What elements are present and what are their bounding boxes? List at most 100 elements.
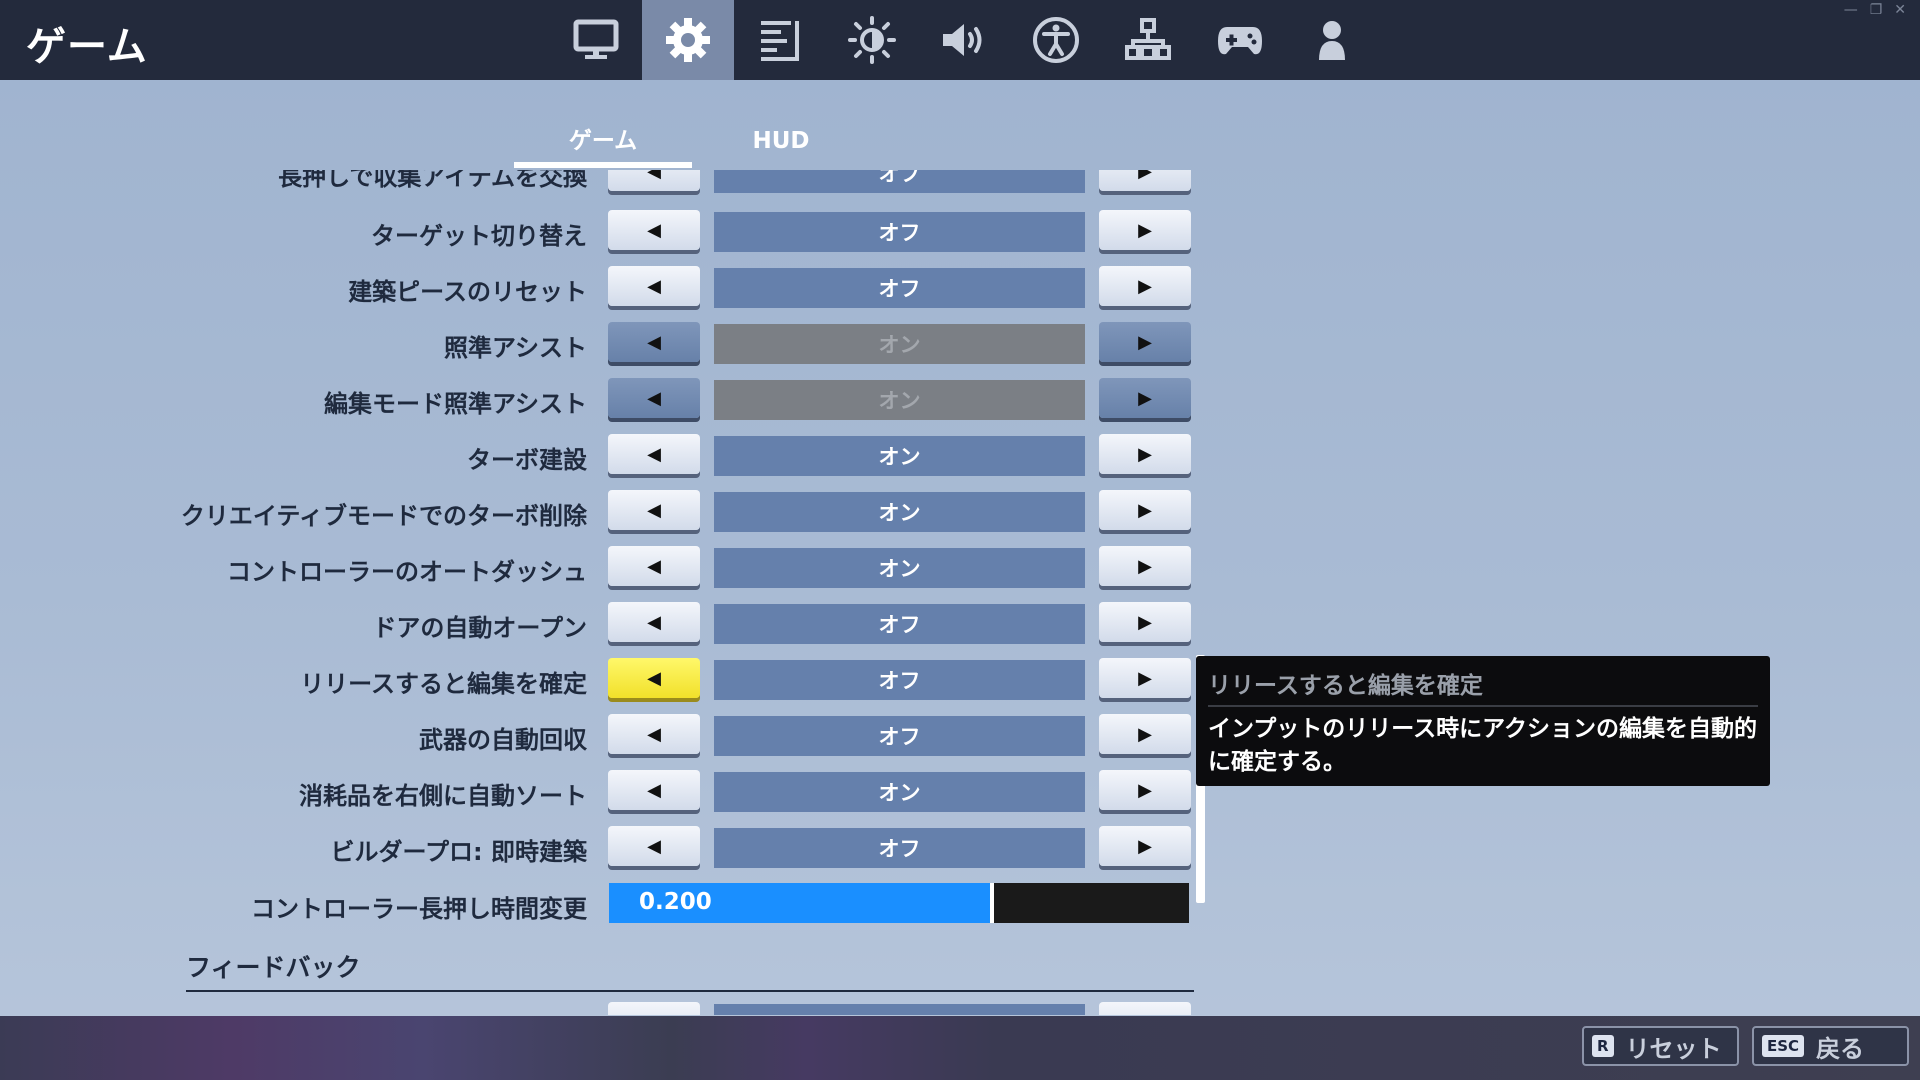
setting-value: オフ — [714, 170, 1085, 193]
nav-accessibility[interactable] — [1010, 0, 1102, 80]
next-option-button[interactable]: ▶ — [1099, 602, 1191, 642]
nav-profile[interactable] — [1286, 0, 1378, 80]
next-option-button[interactable]: ▶ — [1099, 770, 1191, 810]
left-arrow-icon: ◀ — [647, 443, 661, 465]
profile-icon — [1319, 21, 1345, 60]
brightness-icon — [848, 16, 896, 64]
gear-icon — [666, 18, 710, 62]
setting-label: 編集モード照準アシスト — [323, 390, 587, 418]
close-icon[interactable]: ✕ — [1894, 2, 1906, 18]
right-arrow-icon: ▶ — [1138, 170, 1152, 182]
setting-label: コントローラーのオートダッシュ — [227, 558, 587, 586]
setting-row-selected: リリースすると編集を確定 ◀ オフ ▶ — [0, 658, 1200, 702]
prev-option-button[interactable]: ◀ — [608, 546, 700, 586]
next-option-button[interactable]: ▶ — [1099, 546, 1191, 586]
accessibility-icon — [1033, 17, 1079, 63]
prev-option-button[interactable]: ◀ — [608, 602, 700, 642]
setting-label: 振動 — [539, 1008, 587, 1015]
right-arrow-icon: ▶ — [1138, 331, 1152, 353]
setting-label: 長押しで収集アイテムを交換 — [278, 170, 587, 191]
nav-video[interactable] — [550, 0, 642, 80]
right-arrow-icon: ▶ — [1138, 667, 1152, 689]
right-arrow-icon: ▶ — [1138, 611, 1152, 633]
prev-option-button[interactable]: ◀ — [608, 322, 700, 362]
setting-value: オフ — [714, 268, 1085, 308]
bottom-bar: R リセット ESC 戻る — [0, 1016, 1920, 1080]
setting-label: コントローラー長押し時間変更 — [251, 895, 587, 923]
nav-controls[interactable] — [734, 0, 826, 80]
feedback-section-header: フィードバック — [186, 942, 1194, 992]
volume-icon — [943, 24, 982, 56]
prev-option-button[interactable]: ◀ — [608, 826, 700, 866]
left-arrow-icon: ◀ — [647, 499, 661, 521]
restore-icon[interactable]: ❐ — [1870, 2, 1883, 18]
prev-option-button[interactable]: ◀ — [608, 378, 700, 418]
esc-key-hint: ESC — [1762, 1035, 1805, 1057]
prev-option-button[interactable]: ◀ — [608, 658, 700, 698]
setting-row: 消耗品を右側に自動ソート ◀ オン ▶ — [0, 770, 1200, 814]
setting-value: オン — [714, 492, 1085, 532]
network-icon — [1125, 18, 1171, 60]
next-option-button[interactable]: ▶ — [1099, 266, 1191, 306]
next-option-button[interactable]: ▶ — [1099, 714, 1191, 754]
next-option-button[interactable]: ▶ — [1099, 658, 1191, 698]
prev-option-button[interactable]: ◀ — [608, 210, 700, 250]
right-arrow-icon: ▶ — [1138, 499, 1152, 521]
next-option-button[interactable] — [1099, 1002, 1191, 1015]
next-option-button[interactable]: ▶ — [1099, 826, 1191, 866]
reset-button[interactable]: R リセット — [1582, 1026, 1739, 1066]
nav-game[interactable] — [642, 0, 734, 80]
nav-brightness[interactable] — [826, 0, 918, 80]
gamepad-icon — [1218, 27, 1262, 55]
prev-option-button[interactable] — [608, 1002, 700, 1015]
prev-option-button[interactable]: ◀ — [608, 170, 700, 191]
nav-account[interactable] — [1102, 0, 1194, 80]
next-option-button[interactable]: ▶ — [1099, 210, 1191, 250]
prev-option-button[interactable]: ◀ — [608, 490, 700, 530]
next-option-button[interactable]: ▶ — [1099, 170, 1191, 191]
window-controls: — ❐ ✕ — [1844, 2, 1906, 18]
setting-label: 消耗品を右側に自動ソート — [299, 782, 587, 810]
right-arrow-icon: ▶ — [1138, 555, 1152, 577]
prev-option-button[interactable]: ◀ — [608, 266, 700, 306]
setting-row: ターゲット切り替え ◀ オフ ▶ — [0, 210, 1200, 254]
tab-hud[interactable]: HUD — [692, 124, 870, 168]
minimize-icon[interactable]: — — [1844, 2, 1858, 18]
left-arrow-icon: ◀ — [647, 555, 661, 577]
setting-value: オフ — [714, 828, 1085, 868]
slider-handle[interactable] — [990, 883, 994, 923]
setting-row: 照準アシスト ◀ オン ▶ — [0, 322, 1200, 366]
reset-key-hint: R — [1592, 1035, 1614, 1057]
setting-value: オフ — [714, 604, 1085, 644]
right-arrow-icon: ▶ — [1138, 723, 1152, 745]
setting-label: 照準アシスト — [443, 334, 587, 362]
tab-game[interactable]: ゲーム — [514, 124, 692, 168]
setting-label: ターボ建設 — [467, 446, 587, 474]
left-arrow-icon: ◀ — [647, 667, 661, 689]
setting-row: 長押しで収集アイテムを交換 ◀ オフ ▶ — [0, 170, 1200, 195]
left-arrow-icon: ◀ — [647, 170, 661, 182]
nav-controller[interactable] — [1194, 0, 1286, 80]
back-button[interactable]: ESC 戻る — [1752, 1026, 1909, 1066]
left-arrow-icon: ◀ — [647, 331, 661, 353]
back-label: 戻る — [1816, 1034, 1865, 1063]
setting-row: 編集モード照準アシスト ◀ オン ▶ — [0, 378, 1200, 422]
next-option-button[interactable]: ▶ — [1099, 434, 1191, 474]
prev-option-button[interactable]: ◀ — [608, 714, 700, 754]
nav-audio[interactable] — [918, 0, 1010, 80]
next-option-button[interactable]: ▶ — [1099, 490, 1191, 530]
page-title: ゲーム — [26, 24, 148, 70]
left-arrow-icon: ◀ — [647, 387, 661, 409]
prev-option-button[interactable]: ◀ — [608, 770, 700, 810]
left-arrow-icon: ◀ — [647, 779, 661, 801]
next-option-button[interactable]: ▶ — [1099, 378, 1191, 418]
setting-row: ドアの自動オープン ◀ オフ ▶ — [0, 602, 1200, 646]
setting-row: コントローラーのオートダッシュ ◀ オン ▶ — [0, 546, 1200, 590]
prev-option-button[interactable]: ◀ — [608, 434, 700, 474]
setting-row: 建築ピースのリセット ◀ オフ ▶ — [0, 266, 1200, 310]
hold-time-slider[interactable]: 0.200 — [609, 883, 1189, 923]
right-arrow-icon: ▶ — [1138, 219, 1152, 241]
next-option-button[interactable]: ▶ — [1099, 322, 1191, 362]
right-arrow-icon: ▶ — [1138, 275, 1152, 297]
right-arrow-icon: ▶ — [1138, 835, 1152, 857]
